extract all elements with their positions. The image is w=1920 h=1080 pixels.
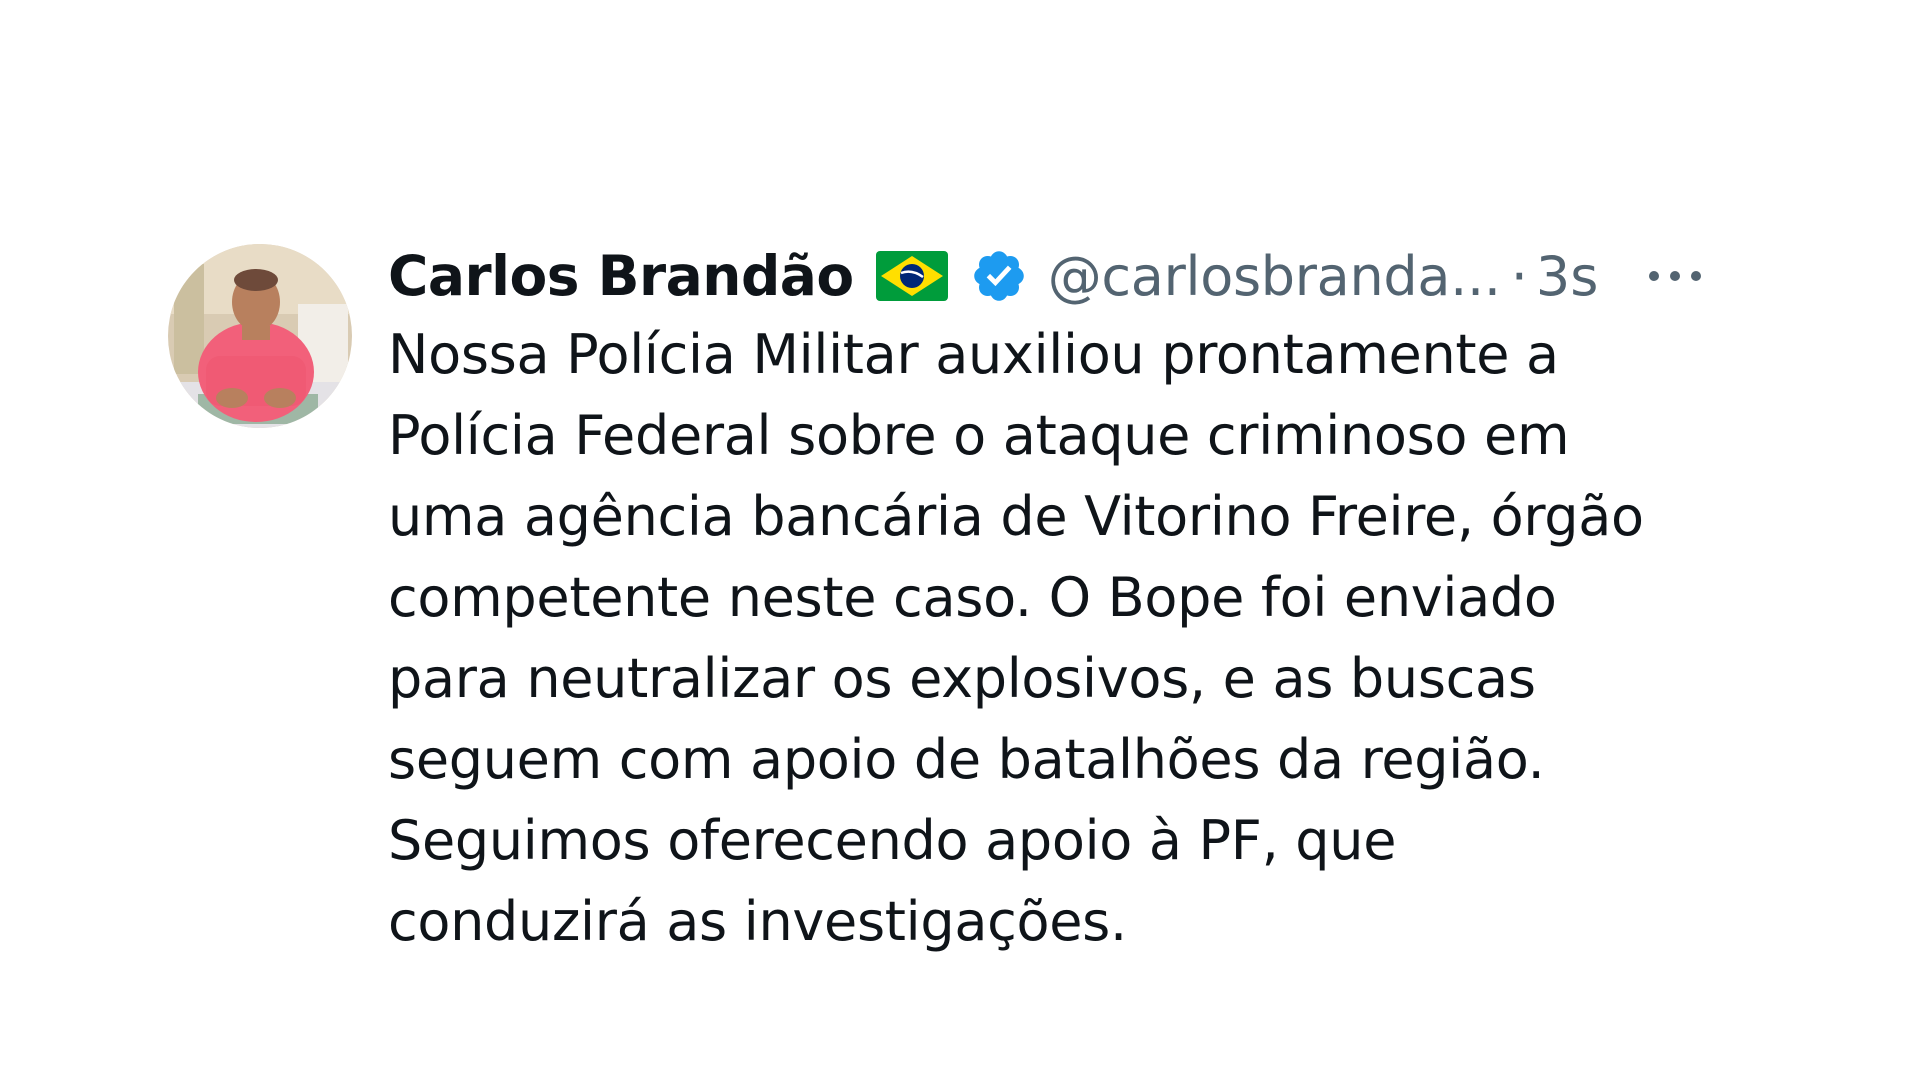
tweet-text: Nossa Polícia Militar auxiliou prontamen…	[388, 314, 1708, 962]
author-name[interactable]: Carlos Brandão	[388, 244, 854, 308]
tweet-card[interactable]: Carlos Brandão @carlosbranda... · 3s Nos…	[168, 240, 1728, 960]
tweet-text-line: Polícia Federal sobre o ataque criminoso…	[388, 404, 1570, 467]
tweet-text-line: para neutralizar os explosivos, e as bus…	[388, 647, 1536, 710]
tweet-text-line: conduzirá as investigações.	[388, 890, 1127, 953]
tweet-header: Carlos Brandão @carlosbranda... · 3s	[388, 240, 1708, 312]
verified-badge-icon[interactable]	[970, 247, 1028, 305]
tweet-text-line: uma agência bancária de Vitorino Freire,…	[388, 485, 1644, 548]
author-handle[interactable]: @carlosbranda...	[1048, 245, 1501, 308]
tweet-content: Carlos Brandão @carlosbranda... · 3s Nos…	[388, 240, 1708, 962]
separator-dot: ·	[1510, 244, 1528, 308]
brazil-flag-icon	[875, 251, 948, 301]
more-options-icon[interactable]	[1644, 266, 1706, 286]
avatar[interactable]	[168, 244, 352, 428]
tweet-text-line: Seguimos oferecendo apoio à PF, que	[388, 809, 1397, 872]
tweet-text-line: Nossa Polícia Militar auxiliou prontamen…	[388, 323, 1559, 386]
tweet-timestamp[interactable]: 3s	[1536, 245, 1599, 308]
avatar-photo	[168, 244, 352, 428]
tweet-text-line: seguem com apoio de batalhões da região.	[388, 728, 1545, 791]
tweet-text-line: competente neste caso. O Bope foi enviad…	[388, 566, 1557, 629]
